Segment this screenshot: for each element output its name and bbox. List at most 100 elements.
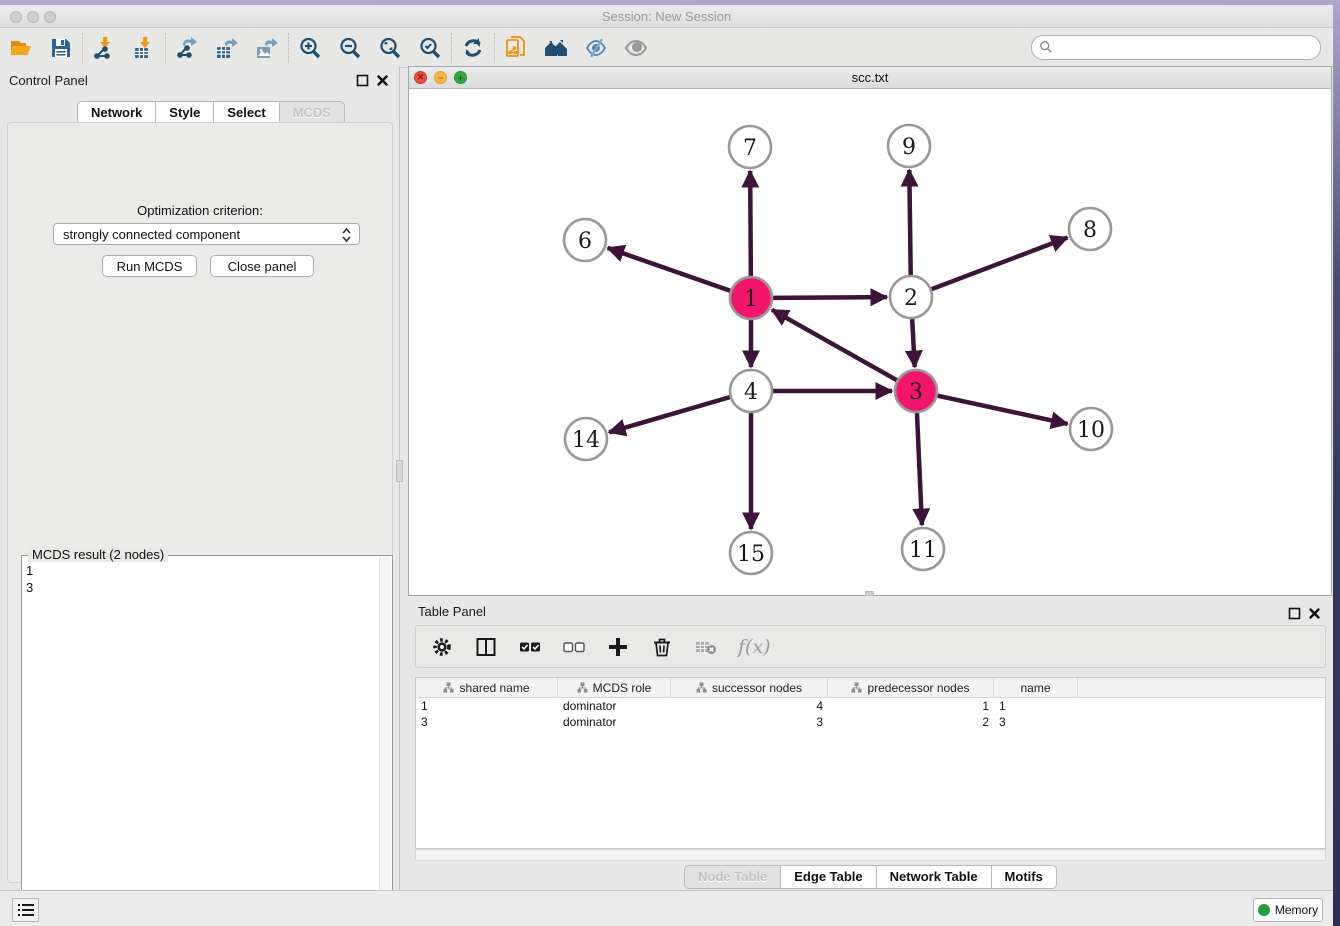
deselect-all-icon[interactable] (562, 635, 586, 659)
memory-label: Memory (1275, 903, 1318, 917)
cell-predecessor-nodes: 1 (828, 698, 994, 714)
desktop: Session: New Session (0, 0, 1340, 926)
export-image-icon[interactable] (254, 35, 280, 61)
save-session-icon[interactable] (48, 35, 74, 61)
zoom-in-icon[interactable] (297, 35, 323, 61)
table-row[interactable]: 3 dominator 3 2 3 (416, 714, 1325, 730)
graph-node-8[interactable]: 8 (1069, 208, 1111, 250)
node-table[interactable]: shared name MCDS role successor nodes pr… (415, 677, 1326, 849)
zoom-selected-icon[interactable] (417, 35, 443, 61)
graph-node-label: 9 (902, 135, 916, 160)
function-builder-icon[interactable]: f(x) (738, 636, 771, 658)
status-bar: Memory (0, 890, 1333, 926)
column-type-icon (851, 682, 862, 693)
delete-table-icon[interactable] (694, 635, 718, 659)
column-view-icon[interactable] (474, 635, 498, 659)
graph-edge-1-7[interactable] (750, 171, 751, 276)
search-input[interactable] (1031, 35, 1321, 60)
cell-shared-name: 3 (416, 714, 558, 730)
show-selected-icon[interactable] (623, 35, 649, 61)
column-type-icon (577, 682, 588, 693)
column-header-mcds-role[interactable]: MCDS role (558, 678, 671, 697)
memory-button[interactable]: Memory (1253, 898, 1323, 922)
run-mcds-button[interactable]: Run MCDS (102, 255, 197, 277)
graph-node-2[interactable]: 2 (890, 276, 932, 318)
graph-edge-1-6[interactable] (608, 248, 731, 291)
graph-node-label: 6 (578, 229, 592, 254)
column-settings-icon[interactable] (430, 635, 454, 659)
app-window: Session: New Session (0, 5, 1333, 926)
graph-node-9[interactable]: 9 (888, 125, 930, 167)
column-type-icon (696, 682, 707, 693)
network-window-titlebar: ✕ − + scc.txt (409, 67, 1331, 89)
graph-edge-2-8[interactable] (932, 238, 1068, 290)
import-network-icon[interactable] (91, 35, 117, 61)
graph-edge-3-10[interactable] (937, 396, 1067, 424)
float-panel-icon[interactable] (356, 74, 369, 87)
criterion-select[interactable]: strongly connected component (53, 223, 360, 245)
tab-network-table[interactable]: Network Table (877, 865, 992, 889)
delete-column-icon[interactable] (650, 635, 674, 659)
network-window-title: scc.txt (409, 70, 1331, 85)
hide-selected-icon[interactable] (583, 35, 609, 61)
table-horizontal-scrollbar[interactable] (415, 849, 1326, 861)
task-history-button[interactable] (12, 898, 39, 922)
zoom-out-icon[interactable] (337, 35, 363, 61)
wallpaper-right (1333, 0, 1340, 926)
memory-status-icon (1258, 904, 1270, 916)
graph-edge-3-1[interactable] (772, 310, 897, 380)
select-all-icon[interactable] (518, 635, 542, 659)
graph-node-label: 10 (1077, 418, 1105, 443)
graph-node-label: 3 (909, 380, 923, 405)
graph-node-1[interactable]: 1 (730, 277, 772, 319)
export-network-icon[interactable] (174, 35, 200, 61)
close-panel-icon[interactable] (376, 74, 389, 87)
cell-successor-nodes: 4 (671, 698, 828, 714)
tab-motifs[interactable]: Motifs (992, 865, 1057, 889)
network-resize-handle[interactable] (865, 591, 874, 596)
column-header-shared-name[interactable]: shared name (416, 678, 558, 697)
panel-splitter-handle[interactable] (396, 460, 403, 482)
apply-layout-icon[interactable] (460, 35, 486, 61)
control-panel-title: Control Panel (9, 73, 88, 88)
network-graph-canvas[interactable]: 7 9 6 8 1 2 4 3 14 10 15 11 (409, 89, 1331, 595)
graph-edge-2-9[interactable] (909, 170, 910, 275)
graph-node-11[interactable]: 11 (902, 528, 944, 570)
float-table-panel-icon[interactable] (1288, 607, 1301, 620)
column-header-predecessor-nodes[interactable]: predecessor nodes (828, 678, 994, 697)
graph-node-7[interactable]: 7 (729, 126, 771, 168)
graph-node-6[interactable]: 6 (564, 219, 606, 261)
graph-node-label: 2 (904, 286, 918, 311)
graph-node-label: 14 (572, 428, 600, 453)
table-row[interactable]: 1 dominator 4 1 1 (416, 698, 1325, 714)
graph-node-15[interactable]: 15 (730, 532, 772, 574)
export-table-icon[interactable] (214, 35, 240, 61)
graph-edge-4-14[interactable] (609, 397, 730, 432)
show-all-icon[interactable] (543, 35, 569, 61)
graph-node-14[interactable]: 14 (565, 418, 607, 460)
graph-node-4[interactable]: 4 (730, 370, 772, 412)
tab-node-table[interactable]: Node Table (684, 865, 781, 889)
result-scrollbar[interactable] (379, 557, 391, 926)
graph-node-label: 4 (744, 380, 758, 405)
close-panel-button[interactable]: Close panel (210, 255, 314, 277)
graph-node-10[interactable]: 10 (1070, 408, 1112, 450)
column-type-icon (443, 682, 454, 693)
column-header-name[interactable]: name (994, 678, 1078, 697)
graph-node-3[interactable]: 3 (895, 370, 937, 412)
add-column-icon[interactable] (606, 635, 630, 659)
column-header-successor-nodes[interactable]: successor nodes (671, 678, 828, 697)
new-network-icon[interactable] (503, 35, 529, 61)
close-table-panel-icon[interactable] (1308, 607, 1321, 620)
tab-edge-table[interactable]: Edge Table (781, 865, 876, 889)
cell-name: 1 (994, 698, 1078, 714)
mcds-result-box: MCDS result (2 nodes) 1 3 (21, 555, 393, 926)
graph-edge-2-3[interactable] (912, 319, 915, 367)
import-table-icon[interactable] (131, 35, 157, 61)
graph-edge-1-2[interactable] (773, 297, 887, 298)
graph-node-label: 8 (1083, 218, 1097, 243)
graph-node-label: 1 (744, 287, 758, 312)
graph-edge-3-11[interactable] (917, 413, 922, 525)
open-session-icon[interactable] (8, 35, 34, 61)
zoom-fit-icon[interactable] (377, 35, 403, 61)
